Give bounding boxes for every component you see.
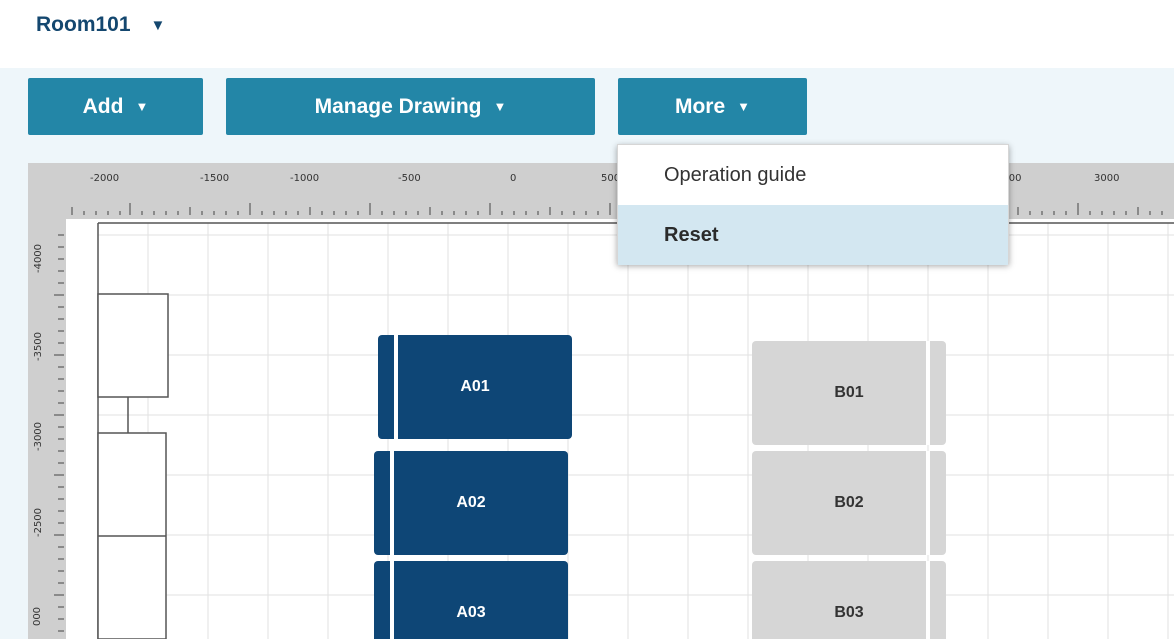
caret-down-icon: ▼ [737, 99, 751, 114]
rack-label: B03 [834, 604, 864, 621]
rack-b02[interactable]: B02 [752, 451, 946, 555]
rack-a01[interactable]: A01 [378, 335, 572, 439]
caret-down-icon[interactable]: ▼ [151, 17, 166, 34]
rack-a03[interactable]: A03 [374, 561, 568, 639]
rack-label: A02 [456, 494, 486, 511]
room-name: Room101 [36, 13, 131, 36]
rack-door-stripe [390, 451, 394, 555]
more-button-label: More [674, 94, 726, 118]
caret-down-icon: ▼ [493, 99, 507, 114]
wall-block [97, 293, 169, 398]
menu-item-label: Reset [664, 223, 719, 246]
rack-door-stripe [926, 341, 930, 445]
add-button[interactable]: Add ▼ [28, 78, 203, 135]
rack-door-stripe [926, 451, 930, 555]
add-button-label: Add [82, 94, 124, 118]
rack-b03[interactable]: B03 [752, 561, 946, 639]
room-selector[interactable]: Room101 ▼ [36, 10, 165, 40]
rack-b01[interactable]: B01 [752, 341, 946, 445]
rack-door-stripe [394, 335, 398, 439]
menu-item-reset[interactable]: Reset [618, 205, 1008, 265]
drawing-area [66, 219, 1174, 639]
menu-item-label: Operation guide [664, 163, 807, 186]
rack-door-stripe [390, 561, 394, 639]
menu-item-operation-guide[interactable]: Operation guide [618, 145, 1008, 205]
rack-label: B01 [834, 384, 864, 401]
rack-door-stripe [926, 561, 930, 639]
more-dropdown-menu: Operation guide Reset [617, 144, 1009, 265]
rack-a02[interactable]: A02 [374, 451, 568, 555]
manage-drawing-button[interactable]: Manage Drawing ▼ [226, 78, 595, 135]
caret-down-icon: ▼ [135, 99, 149, 114]
rack-label: A01 [460, 378, 490, 395]
rack-label: A03 [456, 604, 486, 621]
manage-drawing-label: Manage Drawing [314, 94, 482, 118]
more-button[interactable]: More ▼ [618, 78, 807, 135]
rack-label: B02 [834, 494, 864, 511]
